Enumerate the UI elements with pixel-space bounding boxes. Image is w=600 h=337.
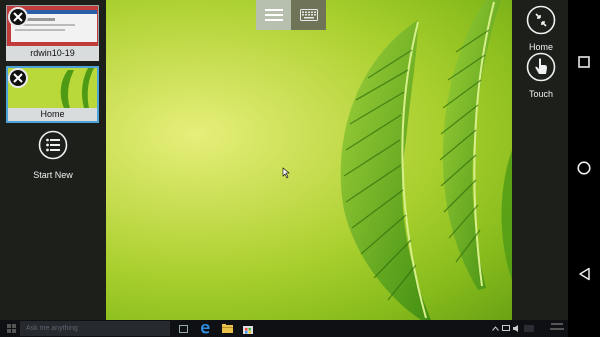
close-icon	[13, 12, 23, 22]
touch-label: Touch	[528, 89, 554, 99]
task-view-button[interactable]	[176, 322, 190, 335]
chevron-up-icon[interactable]	[492, 326, 499, 331]
start-button[interactable]	[4, 322, 18, 335]
store-button[interactable]	[241, 322, 255, 335]
close-icon	[13, 73, 23, 83]
close-session-button[interactable]	[8, 7, 28, 27]
hamburger-icon	[264, 9, 283, 21]
task-view-icon	[178, 324, 188, 333]
remote-toolbar	[256, 0, 326, 30]
system-tray	[492, 322, 534, 335]
file-explorer-button[interactable]	[220, 322, 234, 335]
android-nav-bar	[568, 0, 600, 337]
remote-desktop-area[interactable]	[106, 0, 512, 320]
home-label: Home	[528, 42, 553, 52]
session-label[interactable]: rdwin10-19	[6, 46, 99, 61]
android-home-button[interactable]	[575, 159, 593, 177]
edge-button[interactable]	[198, 322, 212, 335]
volume-icon[interactable]	[513, 325, 521, 332]
minimize-arrows-icon	[526, 5, 556, 35]
file-explorer-icon	[221, 324, 233, 333]
edge-icon	[200, 324, 210, 334]
network-icon[interactable]	[502, 325, 510, 332]
taskbar-clock[interactable]	[548, 321, 566, 335]
control-panel: Home Touch	[512, 0, 568, 320]
menu-button[interactable]	[256, 0, 291, 30]
recents-square-icon	[578, 56, 590, 68]
back-button[interactable]	[575, 265, 593, 283]
list-icon	[38, 130, 68, 160]
windows-logo-icon	[6, 324, 16, 333]
start-new-label: Start New	[33, 170, 73, 180]
language-icon[interactable]	[524, 325, 534, 332]
close-session-button[interactable]	[8, 68, 28, 88]
session-label[interactable]: Home	[6, 108, 99, 123]
touch-hand-icon	[526, 52, 556, 82]
start-new-button[interactable]: Start New	[22, 130, 84, 180]
windows-taskbar: Ask me anything	[0, 320, 568, 337]
session-panel: rdwin10-19 Home Start New	[0, 0, 106, 320]
recents-button[interactable]	[575, 53, 593, 71]
touch-button[interactable]: Touch	[523, 52, 559, 99]
leaf-wallpaper	[282, 0, 512, 320]
clock-placeholder	[550, 323, 564, 330]
home-button[interactable]: Home	[523, 5, 559, 52]
taskbar-search-input[interactable]: Ask me anything	[20, 321, 170, 336]
back-triangle-icon	[578, 267, 590, 281]
home-circle-icon	[577, 161, 591, 175]
keyboard-icon	[299, 9, 318, 21]
store-icon	[243, 325, 253, 334]
keyboard-button[interactable]	[291, 0, 326, 30]
